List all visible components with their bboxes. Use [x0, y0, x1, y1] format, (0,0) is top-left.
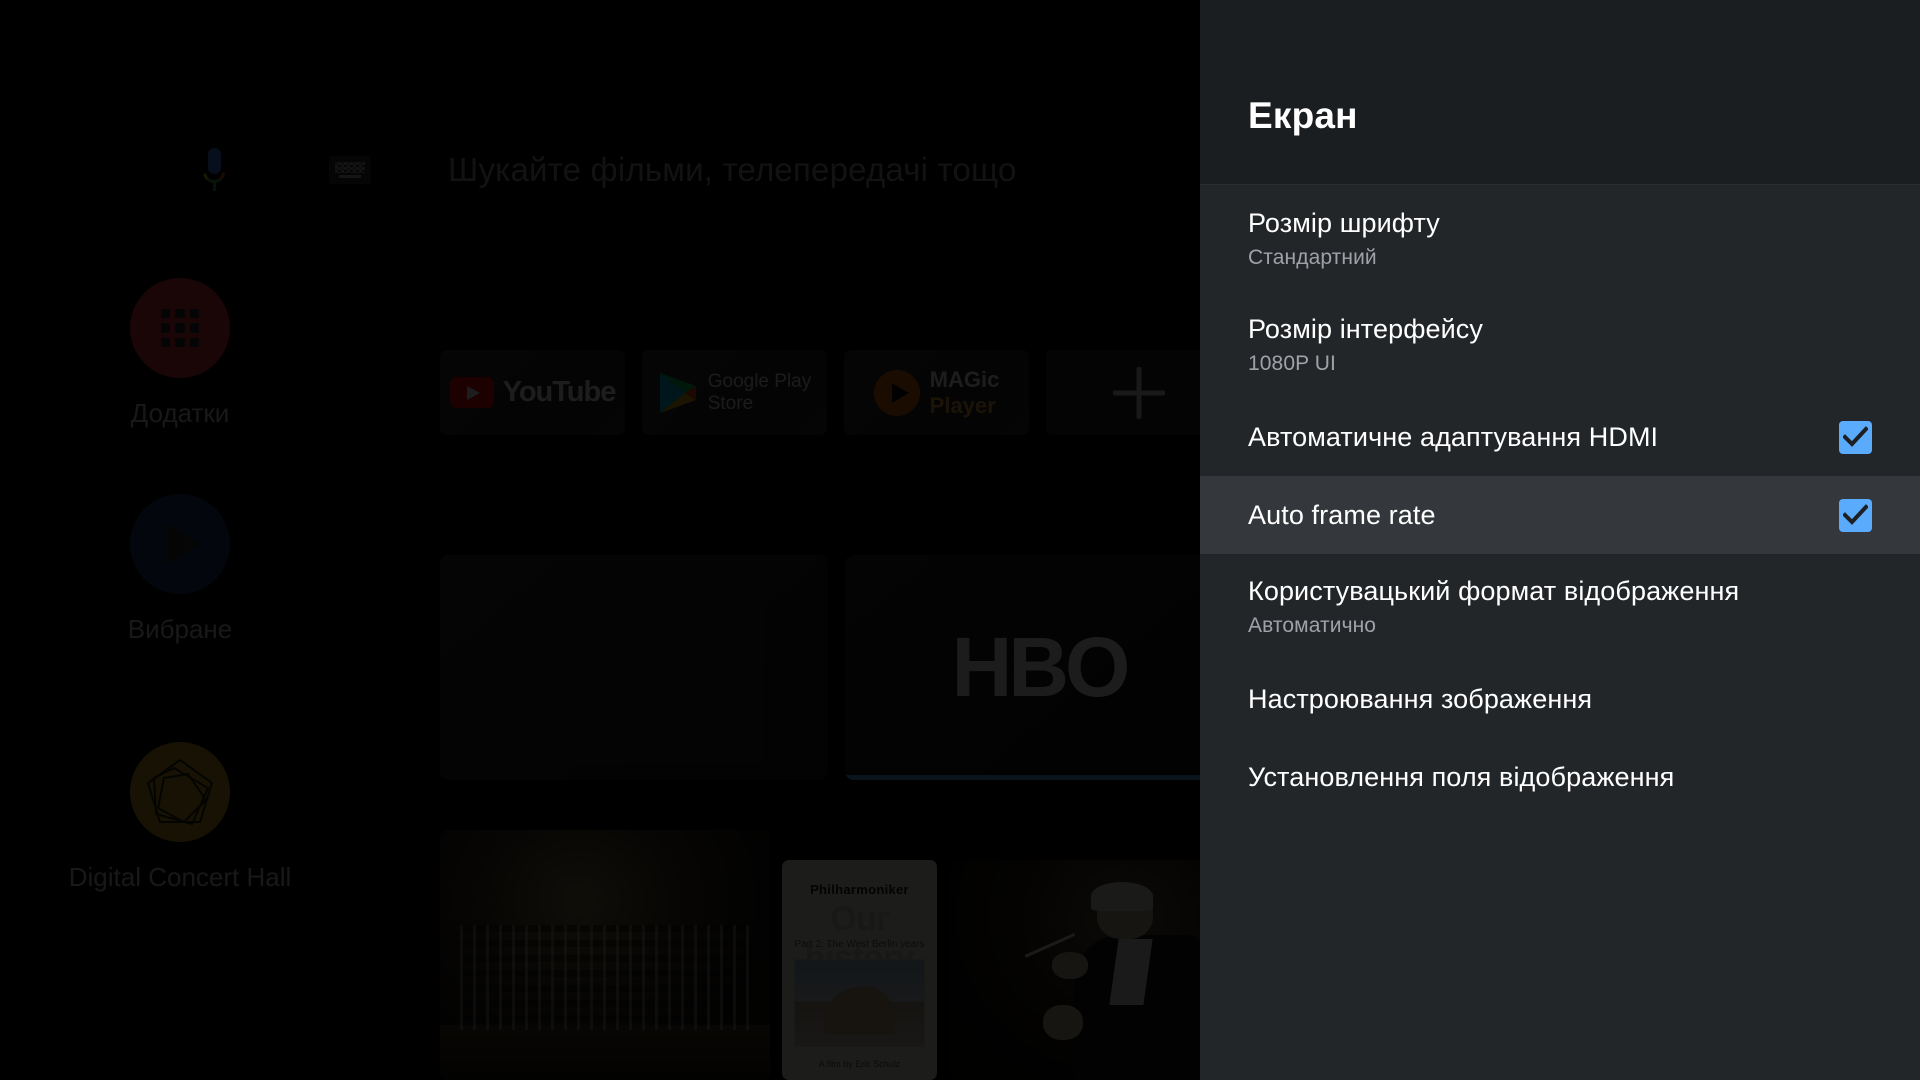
screen-root: Шукайте фільми, телепередачі тощо Додатк… [0, 0, 1920, 1080]
settings-row-title: Автоматичне адаптування HDMI [1248, 421, 1659, 452]
settings-row-picture-settings[interactable]: Настроювання зображення [1200, 660, 1920, 738]
settings-row-text: Автоматичне адаптування HDMI [1248, 422, 1839, 453]
app-tile-google-play-store[interactable]: Google Play Store [642, 350, 827, 435]
home-screen-content: Шукайте фільми, телепередачі тощо Додатк… [0, 0, 1200, 1080]
settings-row-value: Автоматично [1248, 614, 1377, 637]
settings-row-title: Розмір шрифту [1248, 208, 1440, 238]
app-label-youtube: YouTube [502, 376, 617, 408]
photo-card-conductor[interactable] [950, 860, 1200, 1080]
keyboard-icon[interactable] [329, 156, 371, 184]
pentagon-logo-icon [130, 742, 230, 842]
google-play-icon [659, 372, 696, 413]
panel-header: Екран [1200, 0, 1920, 185]
youtube-icon [449, 377, 494, 408]
microphone-icon[interactable] [198, 148, 230, 192]
settings-row-text: Користувацький формат відображення Автома… [1248, 576, 1872, 638]
settings-row-custom-format[interactable]: Користувацький формат відображення Автома… [1200, 554, 1920, 660]
search-placeholder: Шукайте фільми, телепередачі тощо [448, 151, 1017, 188]
media-card-hbo[interactable]: HBO [845, 555, 1200, 780]
settings-row-title: Установлення поля відображення [1248, 761, 1675, 792]
media-card-1[interactable] [440, 555, 828, 780]
play-triangle-icon [130, 494, 230, 594]
settings-row-text: Установлення поля відображення [1248, 762, 1872, 793]
settings-row-auto-frame-rate[interactable]: Auto frame rate [1200, 476, 1920, 554]
settings-row-text: Auto frame rate [1248, 500, 1839, 531]
app-label-magic-player: MAGic Player [929, 367, 1000, 418]
settings-row-text: Настроювання зображення [1248, 684, 1872, 715]
poster-title: Philharmoniker [810, 882, 909, 897]
rail-item-apps[interactable]: Додатки [65, 278, 295, 429]
settings-row-title: Auto frame rate [1248, 499, 1436, 530]
settings-row-title: Користувацький формат відображення [1248, 576, 1740, 606]
settings-row-screen-position[interactable]: Установлення поля відображення [1200, 738, 1920, 816]
home-screen-backdrop: Шукайте фільми, телепередачі тощо Додатк… [0, 0, 1200, 1080]
settings-row-text: Розмір інтерфейсу 1080P UI [1248, 314, 1872, 376]
poster-caption: A film by Eric Schulz [818, 1059, 901, 1069]
hbo-logo-label: HBO [951, 620, 1131, 714]
app-tile-add[interactable] [1046, 350, 1200, 435]
apps-grid-icon [130, 278, 230, 378]
photo-card-our-history[interactable]: Philharmoniker Our history Part 2: The W… [782, 860, 937, 1080]
rail-item-favorites[interactable]: Вибране [65, 494, 295, 645]
settings-row-hdmi-auto-adapt[interactable]: Автоматичне адаптування HDMI [1200, 398, 1920, 476]
app-tile-magic-player[interactable]: MAGic Player [844, 350, 1029, 435]
settings-row-title: Розмір інтерфейсу [1248, 314, 1484, 344]
app-label-google-play-store: Google Play Store [707, 371, 812, 414]
poster-subtitle: Part 2: The West Berlin years [794, 939, 925, 951]
settings-row-value: Стандартний [1248, 246, 1377, 269]
settings-row-value: 1080P UI [1248, 352, 1336, 375]
checkbox-hdmi-auto-adapt[interactable] [1839, 420, 1872, 454]
app-tile-youtube[interactable]: YouTube [440, 350, 625, 435]
settings-row-text: Розмір шрифту Стандартний [1248, 208, 1872, 270]
rail-label-apps: Додатки [130, 398, 230, 428]
settings-row-title: Настроювання зображення [1248, 683, 1593, 714]
rail-label-digital-concert-hall: Digital Concert Hall [68, 862, 292, 892]
rail-item-digital-concert-hall[interactable]: Digital Concert Hall [65, 742, 295, 893]
settings-list: Розмір шрифту Стандартний Розмір інтерфейс… [1200, 186, 1920, 816]
photo-card-concert-hall[interactable] [440, 830, 770, 1080]
magic-player-icon [873, 369, 920, 416]
settings-row-ui-size[interactable]: Розмір інтерфейсу 1080P UI [1200, 292, 1920, 398]
search-bar[interactable]: Шукайте фільми, телепередачі тощо [0, 148, 1200, 208]
checkbox-auto-frame-rate[interactable] [1839, 498, 1872, 532]
card-focus-indicator [845, 775, 1200, 780]
display-settings-panel: Екран Розмір шрифту Стандартний Розмір інт… [1200, 0, 1920, 1080]
settings-row-font-size[interactable]: Розмір шрифту Стандартний [1200, 186, 1920, 292]
rail-label-favorites: Вибране [127, 614, 233, 644]
page-title: Екран [1248, 95, 1358, 136]
